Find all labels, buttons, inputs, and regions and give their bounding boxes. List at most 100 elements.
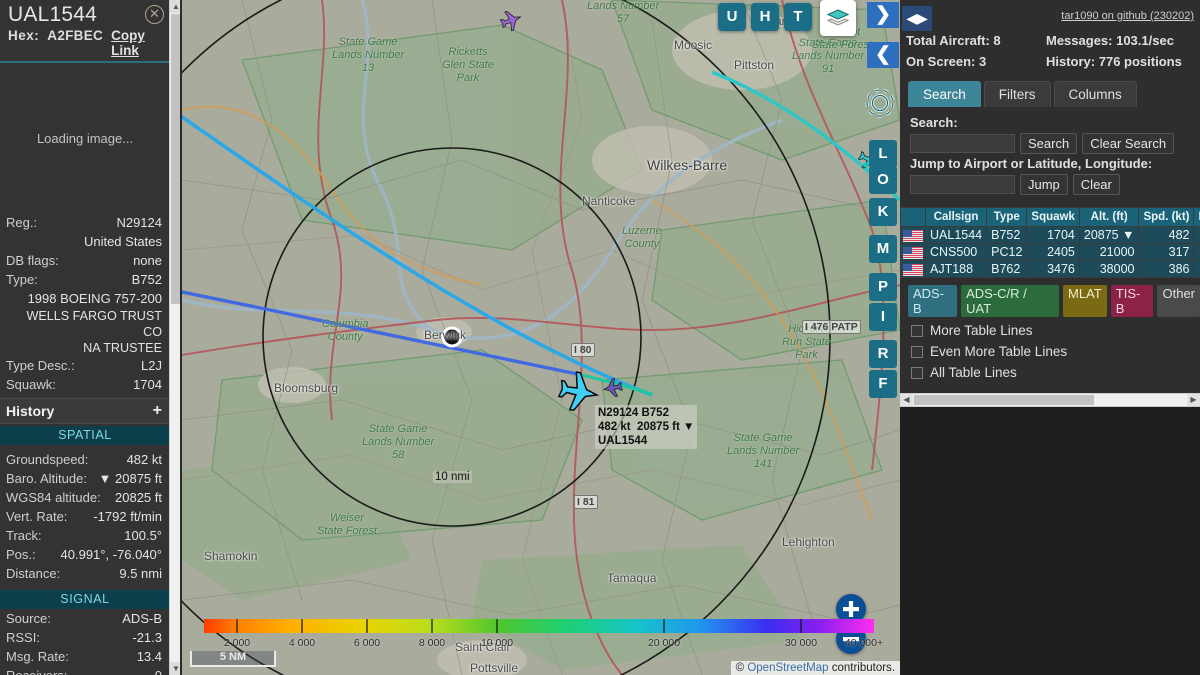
- aircraft-detail-sidebar: UAL1544 ✕ Hex: A2FBEC Copy Link Loading …: [0, 0, 180, 675]
- openstreetmap-link[interactable]: OpenStreetMap: [747, 662, 828, 674]
- tab-filters[interactable]: Filters: [983, 81, 1051, 107]
- layers-icon[interactable]: [820, 0, 856, 36]
- layers-glyph: [826, 9, 850, 26]
- map-button-o[interactable]: O: [869, 166, 897, 194]
- map-view[interactable]: Wilkes-Barre Nanticoke Moosic Pittston Bloom…: [182, 0, 900, 675]
- legend-other[interactable]: Other: [1157, 285, 1200, 317]
- map-button-l[interactable]: L: [869, 140, 897, 168]
- info-key: Type Desc.:: [6, 358, 75, 373]
- panel-toggle-icon[interactable]: ◀▶: [902, 6, 932, 31]
- info-panel: ◀▶ tar1090 on github (230202) Total Airc…: [900, 0, 1200, 675]
- row-value: 482 kt: [126, 452, 162, 467]
- column-header[interactable]: Spd. (kt): [1138, 207, 1195, 227]
- info-row-reg: Reg.: N29124: [0, 213, 170, 232]
- checkbox-row[interactable]: Even More Table Lines: [900, 338, 1200, 359]
- jump-input[interactable]: [910, 175, 1015, 194]
- on-screen-count: On Screen: 3: [906, 54, 987, 69]
- map-button-r[interactable]: R: [869, 340, 897, 368]
- chevron-left-icon[interactable]: ❮: [867, 42, 899, 68]
- column-header[interactable]: Type: [986, 207, 1028, 227]
- legend-mlat[interactable]: MLAT: [1063, 285, 1107, 317]
- cell-dist: 3: [1193, 260, 1200, 278]
- us-flag-icon: [900, 226, 926, 244]
- column-header[interactable]: Squawk: [1026, 207, 1080, 227]
- info-value: none: [133, 253, 162, 268]
- row-value: -1792 ft/min: [93, 509, 162, 524]
- map-button-t[interactable]: T: [784, 3, 812, 31]
- history-section-toggle[interactable]: History +: [0, 398, 170, 424]
- altitude-tick-label: 2 000: [223, 637, 251, 649]
- map-button-u[interactable]: U: [718, 3, 746, 31]
- github-link[interactable]: tar1090 on github (230202): [1061, 10, 1194, 22]
- search-input[interactable]: [910, 134, 1015, 153]
- close-icon[interactable]: ✕: [145, 5, 164, 24]
- cell-callsign: CNS500: [924, 243, 988, 261]
- cell-alt: 38000: [1078, 260, 1140, 278]
- column-header[interactable]: Callsign: [924, 207, 988, 227]
- column-header[interactable]: [900, 207, 926, 227]
- row-key: Source:: [6, 611, 51, 626]
- altitude-tick-label: 20 000: [647, 637, 681, 649]
- table-horizontal-scrollbar[interactable]: ◀ ▶: [900, 393, 1200, 407]
- legend-tis-b[interactable]: TIS-B: [1110, 285, 1154, 317]
- checkbox-row[interactable]: More Table Lines: [900, 317, 1200, 338]
- checkbox-more-table-lines[interactable]: [911, 324, 923, 337]
- table-row[interactable]: CNS500PC122405210003172: [900, 243, 1200, 261]
- map-button-p[interactable]: P: [869, 273, 897, 301]
- scroll-up-icon[interactable]: ▲: [170, 0, 180, 13]
- search-button[interactable]: Search: [1020, 133, 1078, 154]
- scroll-left-icon[interactable]: ◀: [900, 394, 913, 406]
- aircraft-table[interactable]: CallsignTypeSquawkAlt. (ft)Spd. (kt)Dist…: [900, 207, 1200, 278]
- table-row[interactable]: UAL1544 B752 1704 20875 ▼ 482: [900, 226, 1200, 244]
- clear-button[interactable]: Clear: [1072, 174, 1120, 195]
- map-button-k[interactable]: K: [869, 198, 897, 226]
- spatial-row: Baro. Altitude: ▼ 20875 ft: [0, 469, 170, 488]
- map-button-h[interactable]: H: [751, 3, 779, 31]
- hscrollbar-thumb[interactable]: [914, 395, 1094, 405]
- table-row[interactable]: AJT188B7623476380003863: [900, 260, 1200, 278]
- row-key: Distance:: [6, 566, 61, 581]
- sidebar-scrollbar[interactable]: ▲ ▼: [169, 0, 180, 675]
- spatial-row: WGS84 altitude: 20825 ft: [0, 488, 170, 507]
- chevron-right-icon[interactable]: ❯: [867, 2, 899, 28]
- scrollbar-thumb[interactable]: [171, 14, 180, 304]
- tab-search[interactable]: Search: [908, 81, 981, 107]
- row-value: -21.3: [132, 630, 162, 645]
- copy-link-button[interactable]: Copy Link: [111, 28, 162, 58]
- cell-callsign: AJT188: [924, 260, 988, 278]
- row-key: Track:: [6, 528, 42, 543]
- legend-ads-b[interactable]: ADS-B: [908, 285, 958, 317]
- aircraft-label[interactable]: N29124 B752 482 kt 20875 ft ▼ UAL1544: [595, 405, 698, 449]
- cell-squawk: 1704: [1026, 226, 1080, 244]
- owner-line-2: NA TRUSTEE: [83, 341, 162, 355]
- cell-squawk: 2405: [1026, 243, 1080, 261]
- search-row: Search Clear Search: [910, 133, 1194, 154]
- map-button-f[interactable]: F: [869, 370, 897, 398]
- spatial-rows: Groundspeed: 482 kt Baro. Altitude: ▼ 20875…: [0, 450, 170, 583]
- search-label: Search:: [910, 115, 958, 130]
- jump-row: Jump Clear: [910, 174, 1194, 195]
- map-button-i[interactable]: I: [869, 303, 897, 331]
- clear-search-button[interactable]: Clear Search: [1082, 133, 1175, 154]
- tab-columns[interactable]: Columns: [1053, 81, 1137, 107]
- map-button-m[interactable]: M: [869, 235, 897, 263]
- checkbox-all-table-lines[interactable]: [911, 366, 923, 379]
- info-key: Reg.:: [6, 215, 38, 230]
- checkbox-row[interactable]: All Table Lines: [900, 359, 1200, 380]
- stats-row: Total Aircraft: 8 Messages: 103.1/sec: [906, 30, 1194, 51]
- column-header[interactable]: Dist. (n: [1193, 207, 1200, 227]
- spatial-section-header: SPATIAL: [0, 426, 170, 445]
- gear-icon[interactable]: [860, 83, 900, 126]
- row-value: 20825 ft: [115, 490, 162, 505]
- scroll-down-icon[interactable]: ▼: [170, 662, 180, 675]
- jump-button[interactable]: Jump: [1020, 174, 1068, 195]
- scroll-right-icon[interactable]: ▶: [1187, 394, 1200, 406]
- checkbox-even-more-table-lines[interactable]: [911, 345, 923, 358]
- panel-empty-area: [900, 407, 1200, 675]
- panel-tabs: Search Filters Columns: [908, 81, 1200, 107]
- cell-type: B752: [986, 226, 1028, 244]
- range-ring-label: 10 nmi: [433, 471, 472, 483]
- legend-ads-c-r-uat[interactable]: ADS-C/R / UAT: [961, 285, 1060, 317]
- column-header[interactable]: Alt. (ft): [1078, 207, 1140, 227]
- row-value: 0: [155, 667, 162, 675]
